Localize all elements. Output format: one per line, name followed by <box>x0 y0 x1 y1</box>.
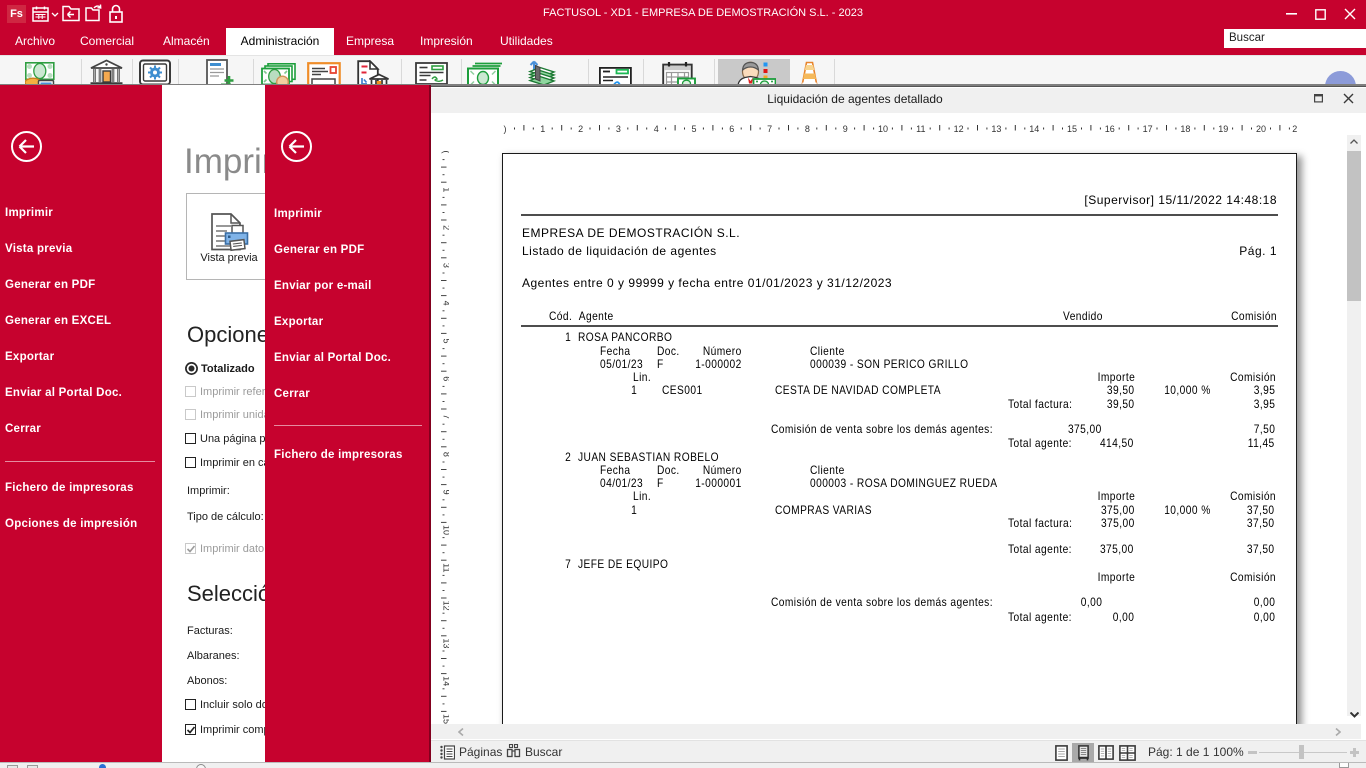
svg-text:3: 3 <box>616 124 621 134</box>
svg-text:10: 10 <box>442 525 450 535</box>
svg-text:10: 10 <box>878 124 888 134</box>
svg-text:14: 14 <box>442 676 450 686</box>
svg-text:20: 20 <box>1256 124 1266 134</box>
svg-text:15: 15 <box>1067 124 1077 134</box>
svg-text:): ) <box>504 124 507 134</box>
svg-text:5: 5 <box>442 338 450 343</box>
svg-text:18: 18 <box>1180 124 1190 134</box>
svg-text:15: 15 <box>442 714 450 724</box>
svg-text:9: 9 <box>442 490 450 495</box>
svg-text:12: 12 <box>954 124 964 134</box>
svg-text:11: 11 <box>442 563 450 572</box>
svg-text:19: 19 <box>1218 124 1228 134</box>
svg-text:1: 1 <box>540 124 545 134</box>
svg-text:6: 6 <box>442 376 450 381</box>
svg-text:4: 4 <box>442 301 450 306</box>
svg-text:4: 4 <box>654 124 659 134</box>
svg-text:2: 2 <box>1292 124 1297 134</box>
svg-text:12: 12 <box>442 601 450 611</box>
svg-text:7: 7 <box>442 414 450 419</box>
svg-text:8: 8 <box>805 124 810 134</box>
svg-text:13: 13 <box>991 124 1001 134</box>
svg-text:14: 14 <box>1029 124 1039 134</box>
svg-text:7: 7 <box>767 124 772 134</box>
svg-text:6: 6 <box>729 124 734 134</box>
svg-text:13: 13 <box>442 638 450 648</box>
svg-text:17: 17 <box>1143 124 1153 134</box>
svg-text:9: 9 <box>843 124 848 134</box>
svg-text:3: 3 <box>442 263 450 268</box>
svg-text:16: 16 <box>1105 124 1115 134</box>
svg-text:8: 8 <box>442 452 450 457</box>
svg-text:2: 2 <box>442 225 450 230</box>
svg-text:2: 2 <box>578 124 583 134</box>
svg-text:(: ( <box>442 151 450 154</box>
svg-text:11: 11 <box>916 124 925 134</box>
svg-text:1: 1 <box>442 187 450 192</box>
svg-text:5: 5 <box>691 124 696 134</box>
